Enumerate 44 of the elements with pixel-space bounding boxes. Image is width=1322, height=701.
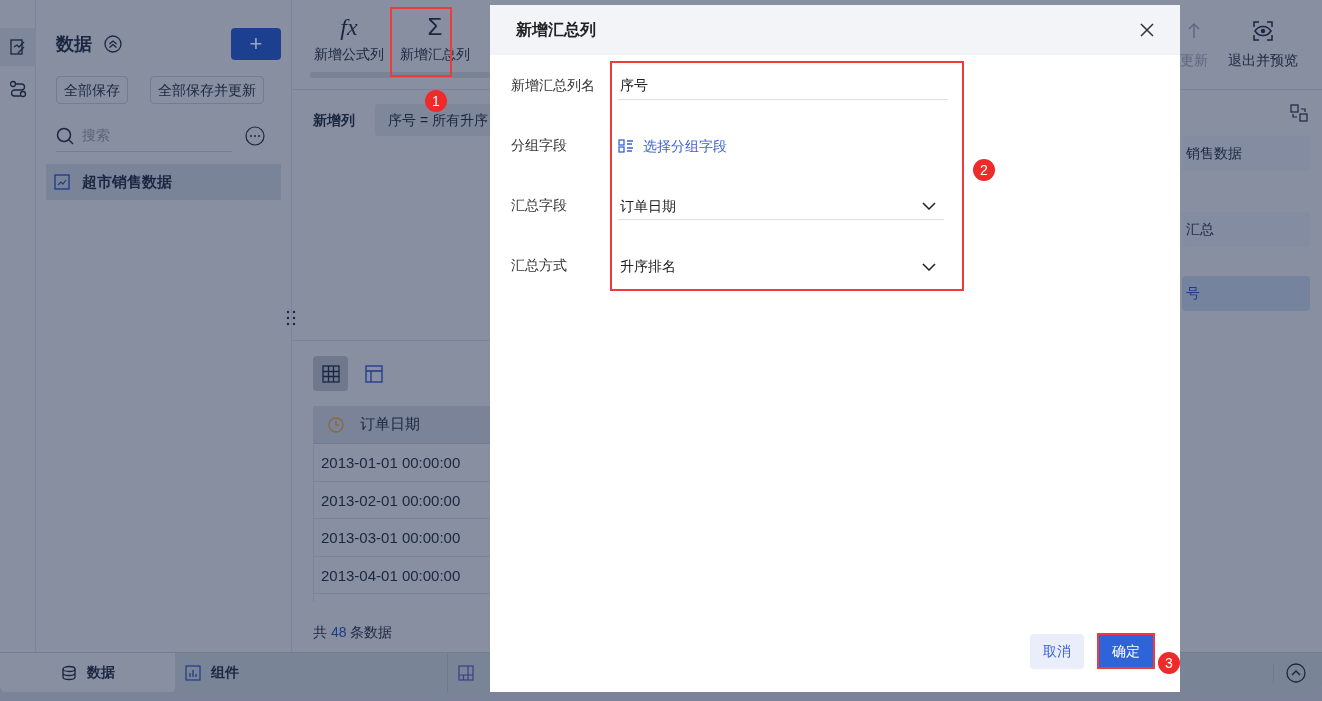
select-field[interactable]: 升序排名: [618, 253, 944, 280]
database-icon: [60, 664, 77, 681]
section-label: 新增列: [313, 110, 355, 130]
collapse-icon[interactable]: [104, 35, 122, 53]
field-card[interactable]: 汇总: [1182, 212, 1310, 247]
grid-view-icon[interactable]: [313, 356, 348, 391]
drag-handle-icon[interactable]: [286, 310, 296, 326]
select-field[interactable]: 订单日期: [618, 193, 944, 220]
dialog-title: 新增汇总列: [516, 20, 596, 40]
table-item[interactable]: 超市销售数据: [46, 164, 281, 200]
close-icon[interactable]: [1140, 23, 1154, 37]
eye-icon: [1252, 20, 1274, 42]
grid-layout-icon: [458, 664, 474, 681]
field-list-icon: [618, 139, 634, 153]
bar-chart-icon: [185, 664, 201, 681]
expand-up-icon[interactable]: [1273, 662, 1306, 683]
panel-title: 数据: [56, 32, 92, 56]
flow-icon[interactable]: [8, 80, 27, 98]
clock-icon: [328, 416, 344, 433]
more-icon[interactable]: [245, 126, 265, 146]
add-button[interactable]: +: [231, 28, 281, 60]
text-input[interactable]: 序号: [618, 73, 948, 100]
search-icon: [56, 126, 74, 145]
report-edit-icon[interactable]: [0, 28, 36, 66]
field-label: 汇总方式: [511, 256, 568, 275]
toolbar-button[interactable]: fx 新增公式列: [311, 12, 387, 68]
confirm-button[interactable]: 确定: [1099, 635, 1153, 667]
bottom-tab[interactable]: 数据: [0, 652, 175, 692]
chevron-down-icon: [922, 202, 936, 210]
scrollbar[interactable]: [310, 72, 490, 78]
save-button[interactable]: 全部保存: [56, 76, 128, 104]
toolbar-button[interactable]: 退出并预览: [1228, 20, 1298, 71]
bottom-tab[interactable]: 组件: [175, 652, 447, 692]
save-button[interactable]: 全部保存并更新: [150, 76, 264, 104]
record-count: 共 48 条数据: [313, 623, 394, 642]
cancel-button[interactable]: 取消: [1030, 634, 1084, 669]
group-field-picker[interactable]: 选择分组字段: [618, 133, 727, 159]
field-card[interactable]: 销售数据: [1182, 136, 1310, 171]
field-card[interactable]: 号: [1182, 276, 1310, 311]
chart-file-icon: [54, 174, 70, 190]
chevron-down-icon: [922, 262, 936, 271]
field-label: 汇总字段: [511, 196, 568, 215]
field-label: 分组字段: [511, 136, 568, 155]
field-label: 新增汇总列名: [511, 76, 596, 95]
